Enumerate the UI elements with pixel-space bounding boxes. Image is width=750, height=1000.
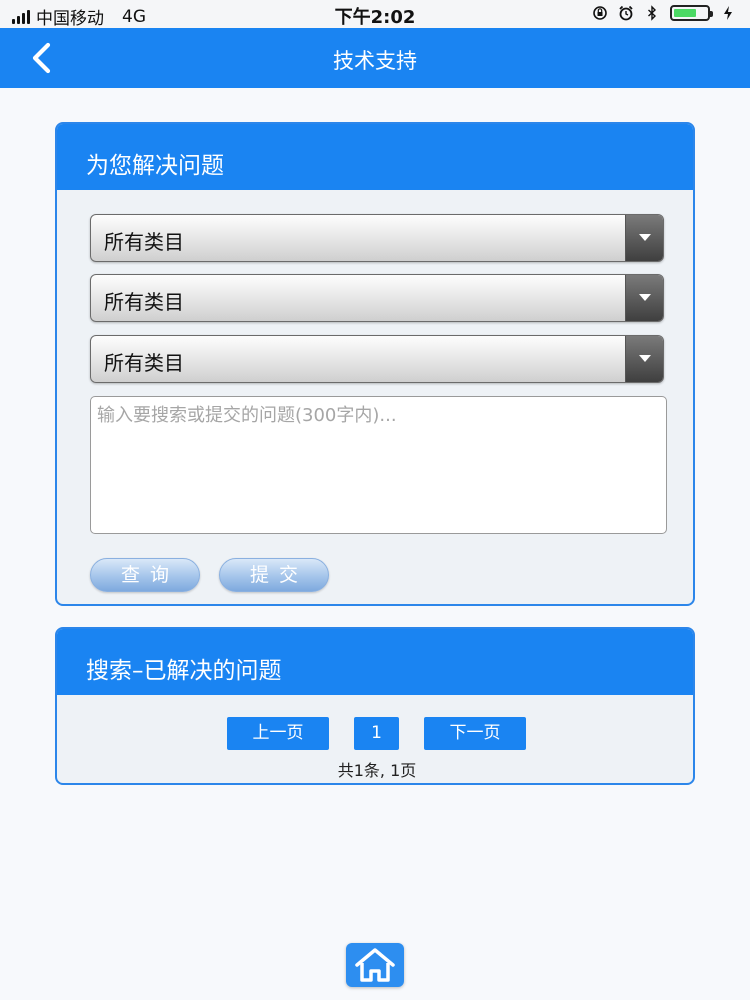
solved-problems-card: 搜索–已解决的问题 上一页 1 下一页 共1条, 1页 (55, 627, 695, 785)
rotation-lock-icon (593, 6, 607, 20)
battery-icon (670, 5, 713, 21)
submit-button[interactable]: 提交 (219, 558, 329, 592)
home-button[interactable] (346, 943, 404, 987)
page-number-button[interactable]: 1 (354, 717, 399, 750)
dropdown-arrow-icon (625, 215, 663, 261)
question-input[interactable] (90, 396, 667, 534)
page-title: 技术支持 (333, 49, 417, 73)
solve-problem-card: 为您解决问题 所有类目 所有类目 所有类目 查询 提交 (55, 122, 695, 606)
home-icon (355, 948, 395, 982)
status-bar: 中国移动 4G 下午2:02 (0, 0, 750, 29)
query-button[interactable]: 查询 (90, 558, 200, 592)
nav-bar: 技术支持 (0, 28, 750, 88)
category-select-1[interactable]: 所有类目 (90, 214, 664, 262)
bluetooth-icon (648, 5, 657, 21)
dropdown-arrow-icon (625, 275, 663, 321)
prev-page-button[interactable]: 上一页 (227, 717, 329, 750)
category-select-2[interactable]: 所有类目 (90, 274, 664, 322)
status-right (592, 5, 736, 21)
category-select-1-value: 所有类目 (104, 230, 184, 254)
solve-card-title: 为您解决问题 (57, 124, 693, 190)
category-select-3-value: 所有类目 (104, 351, 184, 375)
category-select-3[interactable]: 所有类目 (90, 335, 664, 383)
search-card-title: 搜索–已解决的问题 (57, 629, 693, 695)
alarm-icon (619, 5, 633, 21)
pagination-summary: 共1条, 1页 (337, 761, 417, 780)
charging-icon (724, 6, 732, 20)
dropdown-arrow-icon (625, 336, 663, 382)
category-select-2-value: 所有类目 (104, 290, 184, 314)
next-page-button[interactable]: 下一页 (424, 717, 526, 750)
